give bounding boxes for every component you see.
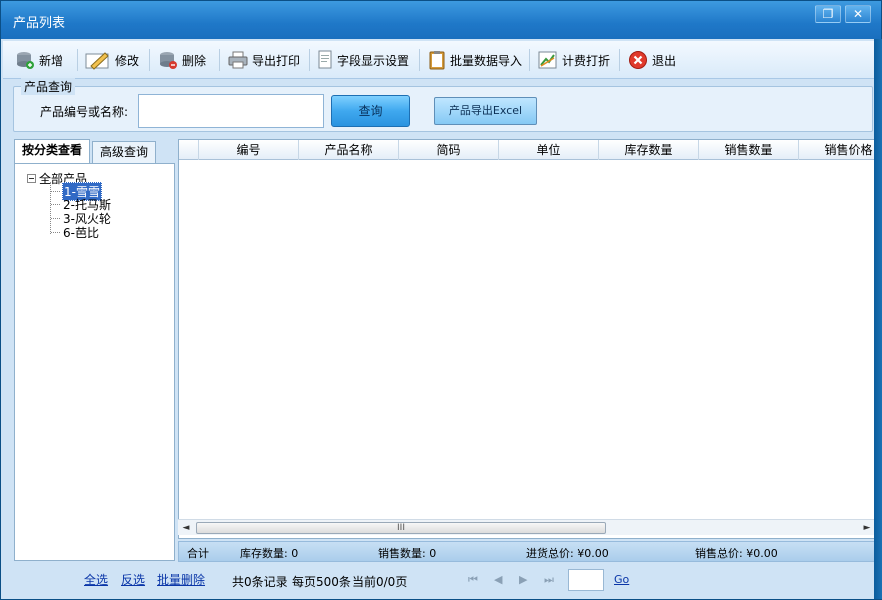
column-header-shortcode[interactable]: 简码 xyxy=(399,140,499,160)
export-excel-button[interactable]: 产品导出Excel xyxy=(434,97,537,125)
product-list-window: 产品列表 ❐ ✕ 新增 修改 删除 导出打印 字段显示设置 批量数据导入 计费打… xyxy=(0,0,882,600)
toolbar-separator xyxy=(149,49,150,71)
toolbar-separator xyxy=(309,49,310,71)
restore-icon[interactable]: ❐ xyxy=(815,5,841,23)
field-settings-button[interactable]: 字段显示设置 xyxy=(317,47,409,73)
toolbar-separator xyxy=(77,49,78,71)
grid-header: 编号 产品名称 简码 单位 库存数量 销售数量 销售价格 xyxy=(179,140,875,160)
toolbar-separator xyxy=(619,49,620,71)
query-label: 产品编号或名称: xyxy=(40,105,129,119)
column-header-name[interactable]: 产品名称 xyxy=(299,140,399,160)
toolbar: 新增 修改 删除 导出打印 字段显示设置 批量数据导入 计费打折 退出 xyxy=(3,41,879,79)
batch-delete-link[interactable]: 批量删除 xyxy=(157,571,205,588)
product-grid[interactable]: 编号 产品名称 简码 单位 库存数量 销售数量 销售价格 xyxy=(178,139,876,539)
product-search-input[interactable] xyxy=(138,94,324,128)
title-bar[interactable]: 产品列表 ❐ ✕ xyxy=(1,1,881,39)
category-tree: 全部产品 1-雪雪 2-托马斯 3-风火轮 6-芭比 xyxy=(14,163,175,561)
window-edge xyxy=(874,39,882,599)
delete-label: 删除 xyxy=(182,53,207,68)
discount-button[interactable]: 计费打折 xyxy=(538,47,610,73)
close-icon[interactable]: ✕ xyxy=(845,5,871,23)
discount-label: 计费打折 xyxy=(562,53,611,68)
column-header-unit[interactable]: 单位 xyxy=(499,140,599,160)
edit-label: 修改 xyxy=(115,53,140,68)
tab-by-category[interactable]: 按分类查看 xyxy=(14,139,90,163)
window-title: 产品列表 xyxy=(13,16,66,31)
tree-item-label: 6-芭比 xyxy=(63,226,99,240)
summary-stock: 库存数量: 0 xyxy=(240,547,299,560)
column-header-sales-qty[interactable]: 销售数量 xyxy=(699,140,799,160)
exit-button[interactable]: 退出 xyxy=(628,47,676,73)
batch-import-label: 批量数据导入 xyxy=(450,53,523,68)
pencil-icon xyxy=(85,50,111,70)
summary-bar: 合计 库存数量: 0 销售数量: 0 进货总价: ¥0.00 销售总价: ¥0.… xyxy=(178,541,876,562)
document-icon xyxy=(317,50,333,70)
export-print-label: 导出打印 xyxy=(252,53,301,68)
horizontal-scrollbar[interactable]: ◄ III ► xyxy=(178,519,876,535)
search-button[interactable]: 查询 xyxy=(331,95,410,127)
summary-sales-total: 销售总价: ¥0.00 xyxy=(695,547,778,560)
summary-purchase-total: 进货总价: ¥0.00 xyxy=(526,547,609,560)
column-header-stock[interactable]: 库存数量 xyxy=(599,140,699,160)
toolbar-separator xyxy=(219,49,220,71)
summary-sales: 销售数量: 0 xyxy=(378,547,437,560)
add-label: 新增 xyxy=(39,53,64,68)
next-page-icon[interactable]: ▶ xyxy=(519,573,527,586)
scroll-left-icon[interactable]: ◄ xyxy=(178,520,194,536)
printer-icon xyxy=(228,50,248,70)
toolbar-separator xyxy=(419,49,420,71)
current-page: 当前0/0页 xyxy=(352,575,408,589)
go-link[interactable]: Go xyxy=(614,573,629,586)
toolbar-separator xyxy=(529,49,530,71)
record-count: 共0条记录 xyxy=(232,575,288,589)
invert-selection-link[interactable]: 反选 xyxy=(121,571,145,588)
add-button[interactable]: 新增 xyxy=(15,47,63,73)
column-header-code[interactable]: 编号 xyxy=(199,140,299,160)
column-header-checkbox[interactable] xyxy=(179,140,199,160)
tab-advanced-query[interactable]: 高级查询 xyxy=(92,141,156,163)
select-all-link[interactable]: 全选 xyxy=(84,571,108,588)
page-size: 每页500条 xyxy=(292,575,351,589)
exit-label: 退出 xyxy=(652,53,677,68)
chart-icon xyxy=(538,50,558,70)
scroll-thumb[interactable]: III xyxy=(196,522,606,534)
page-number-input[interactable] xyxy=(568,569,604,591)
scroll-right-icon[interactable]: ► xyxy=(859,520,875,536)
delete-button[interactable]: 删除 xyxy=(158,47,206,73)
database-delete-icon xyxy=(158,50,178,70)
field-settings-label: 字段显示设置 xyxy=(337,53,410,68)
close-circle-icon xyxy=(628,50,648,70)
query-legend: 产品查询 xyxy=(21,78,76,95)
prev-page-icon[interactable]: ◀ xyxy=(494,573,502,586)
column-header-sales-price[interactable]: 销售价格 xyxy=(799,140,875,160)
clipboard-icon xyxy=(428,50,446,70)
last-page-icon[interactable]: ⏭ xyxy=(544,573,554,587)
database-add-icon xyxy=(15,50,35,70)
export-print-button[interactable]: 导出打印 xyxy=(228,47,300,73)
first-page-icon[interactable]: ⏮ xyxy=(468,573,478,587)
edit-button[interactable]: 修改 xyxy=(85,47,139,73)
collapse-icon[interactable] xyxy=(27,174,36,183)
summary-label: 合计 xyxy=(187,547,209,560)
tree-item[interactable]: 6-芭比 xyxy=(51,224,100,241)
batch-import-button[interactable]: 批量数据导入 xyxy=(428,47,522,73)
